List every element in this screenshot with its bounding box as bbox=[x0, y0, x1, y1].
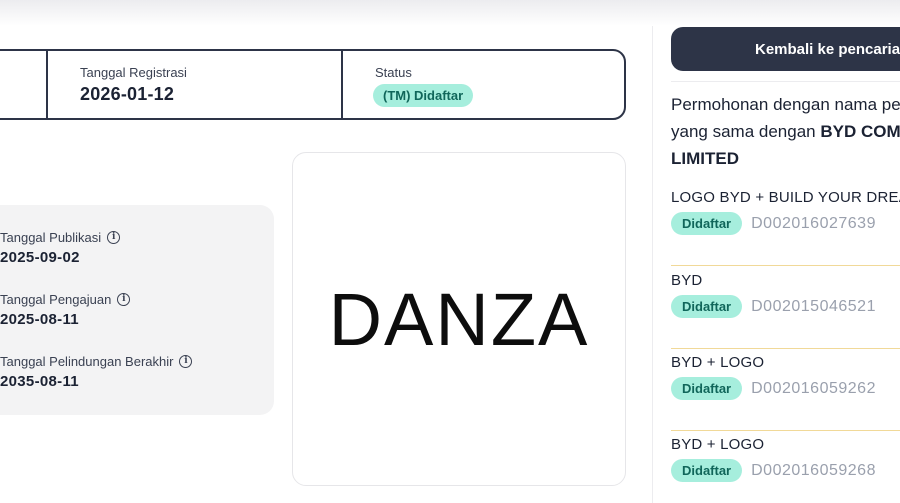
result-name: BYD + LOGO bbox=[671, 354, 765, 371]
result-status-badge: Didaftar bbox=[671, 459, 743, 482]
result-name: BYD + LOGO bbox=[671, 436, 765, 453]
status-cell: Status (TM) Didaftar bbox=[341, 51, 624, 118]
filing-date-value: 2025-08-11 bbox=[0, 311, 79, 328]
protection-end-date: Tanggal Pelindungan Berakhir i 2035-08-1… bbox=[0, 353, 193, 390]
back-to-search-button[interactable]: Kembali ke pencarian bbox=[671, 27, 900, 71]
result-name: LOGO BYD + BUILD YOUR DREAMS bbox=[671, 189, 900, 206]
result-application-id: D002016059268 bbox=[751, 461, 876, 479]
filing-date: Tanggal Pengajuan i 2025-08-11 bbox=[0, 291, 131, 328]
info-icon[interactable]: i bbox=[117, 292, 131, 306]
result-name: BYD bbox=[671, 272, 703, 289]
same-owner-heading: Permohonan dengan nama pemilik yang sama… bbox=[671, 91, 900, 172]
result-status-badge: Didaftar bbox=[671, 212, 743, 235]
publication-date-value: 2025-09-02 bbox=[0, 249, 80, 266]
owner-name-cont: LIMITED bbox=[671, 149, 739, 168]
protection-end-date-label: Tanggal Pelindungan Berakhir bbox=[0, 353, 174, 369]
sidebar-divider bbox=[652, 26, 653, 503]
list-item[interactable]: LOGO BYD + BUILD YOUR DREAMS Didaftar D0… bbox=[671, 189, 900, 266]
dates-panel: Tanggal Publikasi i 2025-09-02 Tanggal P… bbox=[0, 205, 274, 415]
heading-line-2: yang sama dengan bbox=[671, 122, 821, 141]
heading-line-1: Permohonan dengan nama pemilik bbox=[671, 95, 900, 114]
filing-date-label: Tanggal Pengajuan bbox=[0, 291, 112, 307]
result-divider bbox=[671, 430, 900, 431]
result-divider bbox=[671, 265, 900, 266]
result-status-badge: Didaftar bbox=[671, 295, 743, 318]
list-item[interactable]: BYD + LOGO Didaftar D002016059268 bbox=[671, 436, 900, 482]
result-status-badge: Didaftar bbox=[671, 377, 743, 400]
trademark-wordmark: DANZA bbox=[328, 277, 590, 361]
info-icon[interactable]: i bbox=[107, 230, 121, 244]
result-application-id: D002016027639 bbox=[751, 214, 876, 232]
publication-date: Tanggal Publikasi i 2025-09-02 bbox=[0, 229, 121, 266]
owner-name: BYD COMPANY bbox=[820, 122, 900, 141]
publication-date-label: Tanggal Publikasi bbox=[0, 229, 102, 245]
list-item[interactable]: BYD Didaftar D002015046521 bbox=[671, 272, 900, 349]
result-application-id: D002016059262 bbox=[751, 379, 876, 397]
registration-date-value: 2026-01-12 bbox=[80, 84, 175, 104]
status-label: Status bbox=[375, 65, 412, 80]
top-shade bbox=[0, 0, 900, 26]
result-divider bbox=[671, 348, 900, 349]
registration-date-label: Tanggal Registrasi bbox=[80, 65, 187, 80]
info-card: Tanggal Registrasi 2026-01-12 Status (TM… bbox=[0, 49, 626, 120]
protection-end-date-value: 2035-08-11 bbox=[0, 373, 79, 390]
sidebar-rule bbox=[671, 81, 900, 82]
list-item[interactable]: BYD + LOGO Didaftar D002016059262 bbox=[671, 354, 900, 431]
result-application-id: D002015046521 bbox=[751, 297, 876, 315]
info-icon[interactable]: i bbox=[179, 354, 193, 368]
status-badge: (TM) Didaftar bbox=[373, 84, 474, 107]
info-cell-left-cut bbox=[0, 51, 46, 118]
registration-date-cell: Tanggal Registrasi 2026-01-12 bbox=[46, 51, 341, 118]
trademark-detail-page: Tanggal Registrasi 2026-01-12 Status (TM… bbox=[0, 0, 900, 503]
trademark-image: DANZA bbox=[292, 152, 626, 486]
